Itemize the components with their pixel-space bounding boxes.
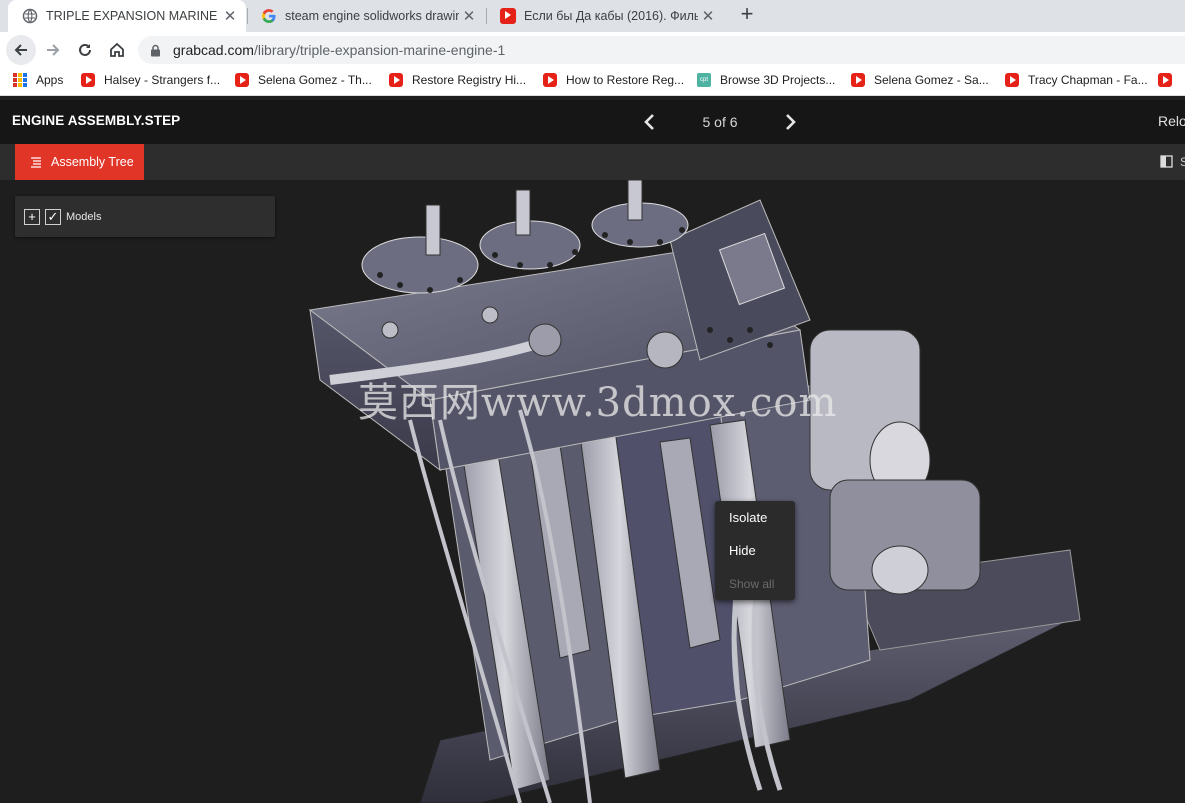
tab-title: TRIPLE EXPANSION MARINE ENGINE	[46, 9, 220, 23]
address-bar[interactable]: grabcad.com/library/triple-expansion-mar…	[138, 36, 1185, 64]
split-view-icon[interactable]	[1160, 155, 1173, 168]
browser-toolbar: grabcad.com/library/triple-expansion-mar…	[0, 32, 1185, 68]
tab-steam-engine-search[interactable]: steam engine solidworks drawing ✕	[247, 0, 485, 32]
engine-model-render[interactable]	[290, 180, 1090, 803]
close-icon[interactable]: ✕	[698, 7, 718, 25]
reload-link[interactable]: Relo	[1158, 113, 1185, 129]
bookmark-label: Tracy Chapman - Fa...	[1028, 73, 1148, 87]
list-icon	[31, 156, 41, 168]
home-button[interactable]	[102, 35, 132, 65]
bookmark-label: Apps	[36, 73, 64, 87]
youtube-icon	[1158, 73, 1172, 87]
model-viewport[interactable]: + ✓ Models 莫西网www.3dmox.com Isolate Hide…	[0, 180, 1185, 803]
apps-grid-icon	[13, 73, 27, 87]
page-count: 5 of 6	[702, 114, 738, 130]
viewer-subbar: Assembly Tree S	[0, 144, 1185, 180]
bookmark-browse-3d[interactable]: cpt Browse 3D Projects...	[697, 73, 835, 87]
tab-youtube-film[interactable]: Если бы Да кабы (2016). Фильм ✕	[486, 0, 724, 32]
menu-item-show-all: Show all	[729, 577, 775, 591]
lock-icon	[151, 44, 160, 56]
url-text: grabcad.com/library/triple-expansion-mar…	[173, 42, 505, 58]
bookmark-selena-gomez-2[interactable]: Selena Gomez - Sa...	[851, 73, 989, 87]
browser-tab-strip: TRIPLE EXPANSION MARINE ENGINE ✕ steam e…	[0, 0, 1185, 32]
bookmark-selena-gomez-1[interactable]: Selena Gomez - Th...	[235, 73, 372, 87]
home-icon	[110, 42, 124, 57]
checkbox-checked-icon[interactable]: ✓	[45, 208, 61, 225]
cpt-icon: cpt	[697, 73, 711, 87]
bookmark-apps[interactable]: Apps	[13, 73, 63, 87]
youtube-icon	[81, 73, 95, 87]
youtube-icon	[235, 73, 249, 87]
forward-button[interactable]	[38, 35, 68, 65]
youtube-icon	[500, 8, 516, 24]
close-icon[interactable]: ✕	[220, 7, 240, 25]
google-icon	[262, 9, 276, 23]
assembly-tree-label: Assembly Tree	[51, 155, 134, 169]
bookmark-label: How to Restore Reg...	[566, 73, 685, 87]
bookmark-how-to-restore[interactable]: How to Restore Reg...	[543, 73, 684, 87]
new-tab-button[interactable]: +	[736, 3, 758, 26]
bookmark-overflow[interactable]	[1158, 73, 1181, 87]
reload-icon	[79, 43, 91, 56]
youtube-icon	[851, 73, 865, 87]
menu-item-isolate[interactable]: Isolate	[729, 510, 767, 525]
assembly-tree-button[interactable]: Assembly Tree	[15, 144, 144, 180]
chevron-left-icon[interactable]	[640, 112, 660, 132]
bookmark-restore-registry[interactable]: Restore Registry Hi...	[389, 73, 526, 87]
chevron-right-icon[interactable]	[780, 112, 800, 132]
bookmark-label: Halsey - Strangers f...	[104, 73, 221, 87]
youtube-icon	[389, 73, 403, 87]
assembly-tree-panel: + ✓ Models	[15, 196, 275, 237]
split-label: S	[1180, 155, 1185, 169]
youtube-icon	[543, 73, 557, 87]
watermark-text: 莫西网www.3dmox.com	[358, 380, 838, 426]
menu-item-hide[interactable]: Hide	[729, 543, 756, 558]
bookmark-label: Browse 3D Projects...	[720, 73, 836, 87]
close-icon[interactable]: ✕	[459, 7, 479, 25]
youtube-icon	[1005, 73, 1019, 87]
viewer-header: ENGINE ASSEMBLY.STEP 5 of 6 Relo	[0, 100, 1185, 144]
url-domain: grabcad.com	[173, 42, 254, 58]
arrow-left-icon	[14, 44, 27, 56]
globe-icon	[22, 8, 38, 24]
bookmarks-bar: Apps Halsey - Strangers f... Selena Gome…	[0, 68, 1185, 96]
tree-root-label[interactable]: Models	[66, 211, 101, 223]
arrow-right-icon	[47, 44, 60, 56]
context-menu: Isolate Hide Show all	[715, 501, 795, 600]
back-button[interactable]	[6, 35, 36, 65]
url-path: /library/triple-expansion-marine-engine-…	[253, 42, 506, 58]
bookmark-label: Selena Gomez - Sa...	[874, 73, 989, 87]
expand-icon[interactable]: +	[24, 208, 40, 225]
bookmark-label: Restore Registry Hi...	[412, 73, 527, 87]
bookmark-tracy-chapman[interactable]: Tracy Chapman - Fa...	[1005, 73, 1148, 87]
bookmark-halsey[interactable]: Halsey - Strangers f...	[81, 73, 220, 87]
bookmark-label: Selena Gomez - Th...	[258, 73, 372, 87]
reload-button[interactable]	[70, 35, 100, 65]
tab-title: Если бы Да кабы (2016). Фильм	[524, 9, 698, 23]
file-pager: 5 of 6	[640, 110, 800, 134]
tab-triple-expansion[interactable]: TRIPLE EXPANSION MARINE ENGINE ✕	[8, 0, 246, 32]
tab-title: steam engine solidworks drawing	[285, 9, 459, 23]
file-name: ENGINE ASSEMBLY.STEP	[12, 113, 181, 128]
